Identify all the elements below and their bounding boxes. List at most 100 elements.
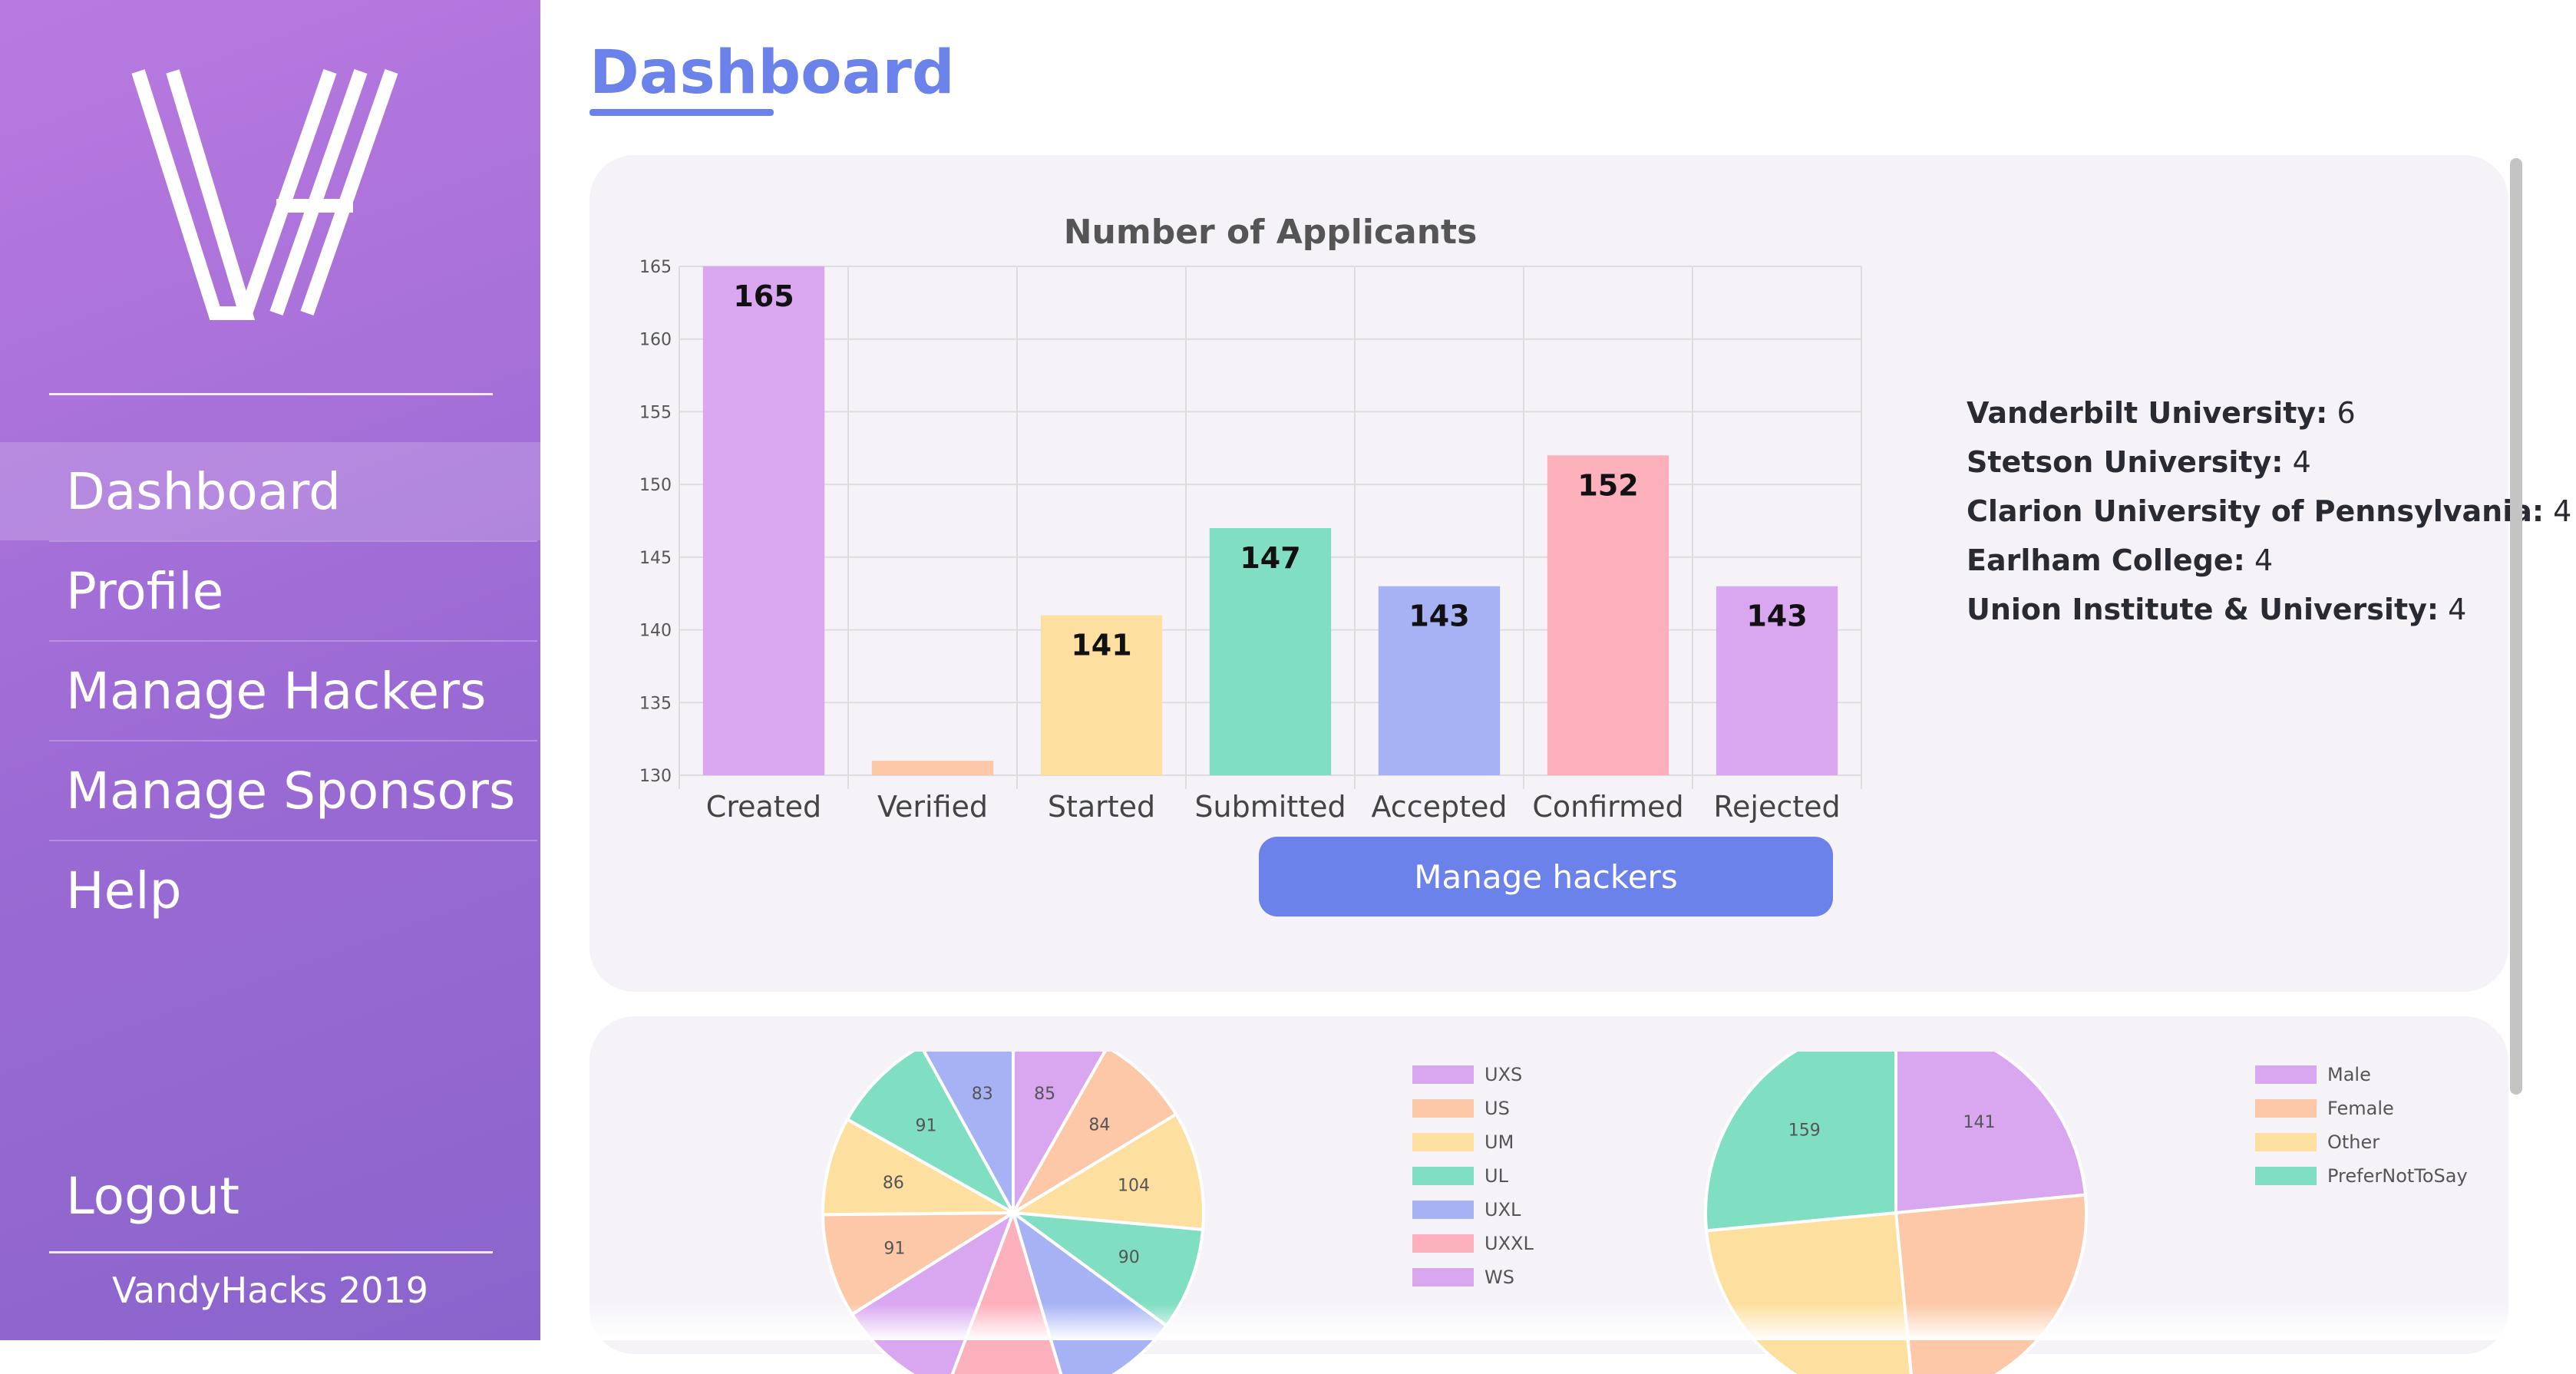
legend-label: US <box>1485 1098 1510 1119</box>
legend-label: UXXL <box>1485 1233 1534 1254</box>
sidebar: Logout VandyHacks 2019 Dashboard Profile M… <box>0 0 540 1340</box>
legend-item[interactable]: Female <box>2255 1098 2394 1119</box>
legend-label: PreferNotToSay <box>2327 1165 2468 1187</box>
pie-slice-label: 83 <box>972 1085 993 1104</box>
nav-item-label: Dashboard <box>66 461 342 521</box>
bar-created <box>702 266 825 775</box>
legend-swatch <box>1412 1099 1474 1118</box>
university-name: Stetson University: <box>1967 445 2284 479</box>
pie-slice-label: 141 <box>1963 1113 1995 1132</box>
manage-hackers-button[interactable]: Manage hackers <box>1259 837 1833 917</box>
bar-confirmed <box>1547 455 1669 775</box>
x-tick-label: Started <box>1048 790 1155 824</box>
legend-item[interactable]: PreferNotToSay <box>2255 1165 2468 1187</box>
x-tick-label: Submitted <box>1194 790 1346 824</box>
university-count: 4 <box>2544 494 2572 528</box>
logout-link[interactable]: Logout <box>66 1167 239 1226</box>
legend-item[interactable]: UXXL <box>1412 1233 1534 1254</box>
bar-data-label: 143 <box>1409 599 1469 633</box>
pie-slice-label: 86 <box>883 1174 904 1193</box>
legend-swatch <box>1412 1268 1474 1286</box>
legend-item[interactable]: Other <box>2255 1131 2379 1153</box>
university-row: Stetson University: 4 <box>1967 438 2571 487</box>
legend-label: UXL <box>1485 1199 1521 1220</box>
legend-item[interactable]: WS <box>1412 1267 1514 1288</box>
pie-slice-label: 104 <box>1118 1177 1150 1196</box>
university-name: Clarion University of Pennsylvania: <box>1967 494 2545 528</box>
legend-label: Female <box>2327 1098 2394 1119</box>
scrollbar[interactable] <box>2510 158 2522 1095</box>
bar-data-label: 141 <box>1071 629 1131 662</box>
legend-item[interactable]: UXS <box>1412 1064 1522 1085</box>
university-row: Vanderbilt University: 6 <box>1967 388 2571 438</box>
legend-item[interactable]: Male <box>2255 1064 2371 1085</box>
nav-item-profile[interactable]: Profile <box>0 542 540 640</box>
university-row: Union Institute & University: 4 <box>1967 585 2571 634</box>
legend-swatch <box>2255 1099 2317 1118</box>
footer-text: VandyHacks 2019 <box>111 1270 429 1311</box>
title-underline <box>590 109 774 116</box>
bar-data-label: 143 <box>1746 599 1807 633</box>
footer-divider <box>49 1251 493 1253</box>
university-row: Clarion University of Pennsylvania: 4 <box>1967 487 2571 536</box>
university-count: 6 <box>2327 396 2356 430</box>
pie-slice <box>1704 1211 1913 1374</box>
legend-label: Male <box>2327 1064 2371 1085</box>
nav-item-dashboard[interactable]: Dashboard <box>0 442 540 540</box>
x-tick-label: Verified <box>877 790 988 824</box>
x-tick-label: Created <box>706 790 821 824</box>
university-count: 4 <box>2244 543 2274 577</box>
nav-item-label: Manage Hackers <box>66 661 487 721</box>
pie-slice-label: 85 <box>1034 1085 1055 1104</box>
page-title: Dashboard <box>590 38 955 107</box>
sidebar-divider <box>49 393 493 395</box>
university-count: 4 <box>2283 445 2311 479</box>
y-tick-label: 165 <box>639 258 672 277</box>
legend-label: UL <box>1485 1165 1508 1187</box>
pie-slice <box>1894 1193 2088 1374</box>
pie-slice-label: 159 <box>1788 1121 1821 1141</box>
y-tick-label: 135 <box>639 694 672 713</box>
pie-slice-label: 91 <box>916 1116 937 1135</box>
y-tick-label: 145 <box>639 549 672 568</box>
bar-data-label: 152 <box>1577 468 1638 502</box>
bar-data-label: 147 <box>1240 541 1300 575</box>
legend-swatch <box>2255 1167 2317 1185</box>
university-row: Earlham College: 4 <box>1967 536 2571 585</box>
nav-item-label: Manage Sponsors <box>66 761 516 821</box>
legend-swatch <box>1412 1133 1474 1151</box>
x-tick-label: Confirmed <box>1532 790 1683 824</box>
pie-slice <box>1704 1052 1897 1233</box>
pie-slice-label: 91 <box>883 1239 905 1258</box>
vandyhacks-logo[interactable] <box>130 68 407 321</box>
legend-label: UM <box>1485 1131 1514 1153</box>
nav-item-manage-hackers[interactable]: Manage Hackers <box>0 642 540 740</box>
legend-item[interactable]: UL <box>1412 1165 1508 1187</box>
nav-item-manage-sponsors[interactable]: Manage Sponsors <box>0 741 540 840</box>
legend-swatch <box>1412 1201 1474 1219</box>
bar-data-label: 165 <box>733 279 794 313</box>
legend-label: WS <box>1485 1267 1514 1288</box>
applicants-bar-chart: Number of Applicants 130 135 140 145 150 155 16… <box>639 213 1862 824</box>
nav-item-label: Help <box>66 860 182 920</box>
university-name: Vanderbilt University: <box>1967 396 2328 430</box>
legend-label: UXS <box>1485 1064 1523 1085</box>
legend-swatch <box>1412 1065 1474 1084</box>
pie-slice-label: 90 <box>1118 1248 1140 1267</box>
legend-item[interactable]: US <box>1412 1098 1510 1119</box>
legend-label: Other <box>2327 1131 2380 1153</box>
university-name: Union Institute & University: <box>1967 593 2439 626</box>
legend-item[interactable]: UM <box>1412 1131 1514 1153</box>
legend-item[interactable]: UXL <box>1412 1199 1521 1220</box>
legend-swatch <box>1412 1234 1474 1253</box>
legend-swatch <box>2255 1133 2317 1151</box>
y-tick-label: 140 <box>639 622 672 641</box>
chart-title: Number of Applicants <box>1064 213 1478 252</box>
y-tick-label: 160 <box>639 331 672 350</box>
pie-slice-label: 84 <box>1088 1115 1110 1135</box>
pie-slice <box>1894 1052 2088 1215</box>
x-tick-label: Rejected <box>1713 790 1840 824</box>
x-tick-label: Accepted <box>1371 790 1507 824</box>
legend-swatch <box>2255 1065 2317 1084</box>
nav-item-help[interactable]: Help <box>0 841 540 940</box>
